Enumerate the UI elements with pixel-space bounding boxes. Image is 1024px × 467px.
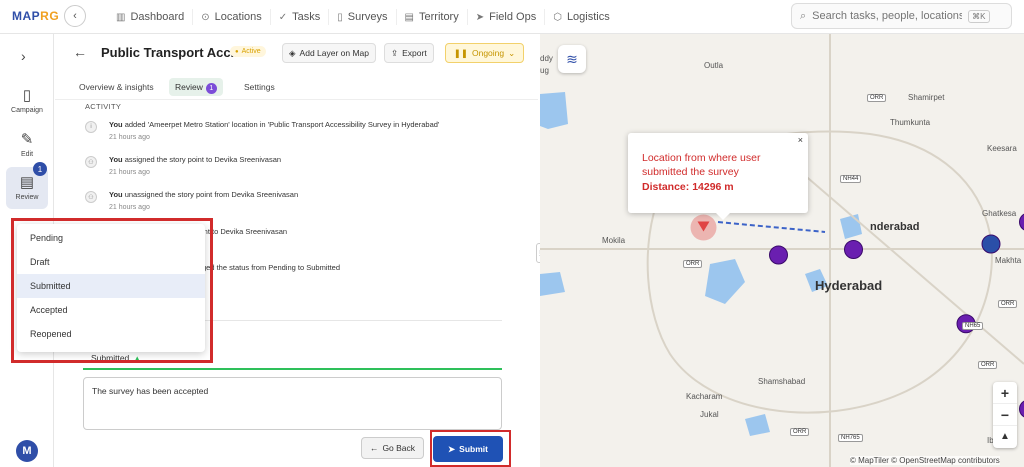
pause-icon: ❚❚ [453,47,468,58]
map-label-jukal: Jukal [700,410,719,419]
search-input[interactable] [812,10,963,22]
edit-icon: ✎ [20,131,34,148]
ongoing-status-button[interactable]: ❚❚ Ongoing ⌄ [445,43,524,63]
info-icon: i [85,121,97,133]
zoom-in-button[interactable]: + [993,382,1017,404]
expand-rail-button[interactable]: › [21,48,26,64]
map-label-makhta: Makhta [995,256,1022,265]
map-canvas [540,34,1024,467]
map-label-shamirpet: Shamirpet [908,93,945,102]
status-badge: Active [230,46,266,57]
export-icon: ⇪ [391,47,399,58]
map-label-keesara: Keesara [987,144,1017,153]
comment-textarea[interactable]: The survey has been accepted [83,377,502,430]
main-nav: ▥ Dashboard ⊙ Locations ✓ Tasks ▯ Surveys ▤ T… [108,0,618,34]
tab-review-badge: 1 [205,83,217,94]
chevron-down-icon: ⌄ [508,47,516,58]
tab-bar: Overview & insights Review 1 Settings [55,72,538,100]
page-title: Public Transport Acc... [101,45,242,60]
box-icon: ⬡ [553,11,562,23]
nav-tasks[interactable]: ✓ Tasks [271,9,330,25]
map-markers [690,213,1024,418]
map-route-line [717,221,826,233]
top-bar: MAPRG ‹ ▥ Dashboard ⊙ Locations ✓ Tasks ▯ Su… [0,0,1024,34]
arrow-left-icon: ← [369,443,379,453]
zoom-out-button[interactable]: − [993,404,1017,426]
location-popup: × Location from where user submitted the… [628,133,808,220]
rail-campaign[interactable]: ▯ Campaign [6,86,48,114]
clipboard-icon: ▯ [22,87,32,104]
nav-back-button[interactable]: ‹ [64,5,86,27]
highlight-dropdown-box [11,218,213,363]
map-label-kacharam: Kacharam [686,392,723,401]
map-label-secunderabad: nderabad [870,221,920,233]
selected-location-marker[interactable] [981,234,1001,254]
review-count-badge: 1 [33,162,47,176]
road-orr: ORR [998,300,1018,308]
bar-chart-icon: ▥ [116,11,126,23]
map-label-ug: ug [540,66,549,75]
shortcut-hint: ⌘K [968,9,990,23]
user-icon: ⚇ [85,156,97,168]
send-icon: ➤ [475,11,485,23]
road-nh65: NH65 [962,322,984,330]
road-orr: ORR [790,428,810,436]
nav-field-ops[interactable]: ➤ Field Ops [468,9,546,25]
tab-settings[interactable]: Settings [238,78,281,96]
back-arrow-icon[interactable]: ← [73,44,87,60]
road-orr: ORR [978,361,998,369]
survey-location-marker[interactable] [844,240,863,259]
map-label-hyderabad: Hyderabad [815,278,883,293]
road-orr: ORR [683,260,703,268]
rail-edit[interactable]: ✎ Edit [6,130,48,158]
app-logo[interactable]: MAPRG [12,9,59,23]
survey-location-marker[interactable] [1019,213,1024,231]
zoom-controls: + − ▲ [993,382,1017,448]
map-label-shamshabad: Shamshabad [758,377,806,386]
tab-overview[interactable]: Overview & insights [73,78,160,96]
layers-icon: ≋ [566,50,578,67]
close-icon[interactable]: × [798,135,803,145]
map-label-ddy: ddy [540,54,553,63]
go-back-button[interactable]: ← Go Back [361,437,424,459]
nav-logistics[interactable]: ⬡ Logistics [545,9,618,25]
check-icon: ✓ [278,11,288,23]
distance-value: 14296 m [692,181,734,193]
nav-locations[interactable]: ⊙ Locations [193,9,271,25]
map-icon: ▤ [404,11,414,23]
add-layer-button[interactable]: ◈ Add Layer on Map [282,43,377,63]
road-orr: ORR [867,94,887,102]
map-label-mokila: Mokila [602,236,626,245]
tab-review[interactable]: Review 1 [169,78,223,96]
map-label-ghatkesar: Ghatkesa [982,209,1017,218]
map-attribution: © MapTiler © OpenStreetMap contributors [850,456,1000,465]
export-button[interactable]: ⇪ Export [384,43,434,63]
pin-icon: ⊙ [201,11,210,23]
layers-icon: ◈ [289,47,296,58]
survey-location-marker[interactable] [769,245,788,265]
user-icon: ⚇ [85,191,97,203]
avatar[interactable]: M [16,440,38,462]
nav-surveys[interactable]: ▯ Surveys [329,9,397,25]
map-label-outla: Outla [704,61,724,70]
map-view[interactable]: Outla Shamirpet Thumkunta Keesara Ghatke… [540,34,1024,467]
nav-dashboard[interactable]: ▥ Dashboard [108,9,194,25]
clipboard-icon: ▯ [337,11,343,23]
activity-heading: ACTIVITY [85,102,122,111]
survey-location-marker[interactable] [1019,400,1024,418]
search-icon: ⌕ [800,9,807,22]
highlight-submit-box [430,430,511,467]
panel-header: ← Public Transport Acc... Active ◈Add La… [55,34,538,72]
compass-button[interactable]: ▲ [993,426,1017,448]
chevron-right-icon: › [21,48,26,64]
chevron-left-icon: ‹ [73,10,77,22]
global-search[interactable]: ⌕ ⌘K [791,3,1012,29]
rail-review[interactable]: ▤ Review 1 [6,162,48,209]
road-nh44: NH44 [840,175,862,183]
road-nh765: NH765 [838,434,863,442]
nav-territory[interactable]: ▤ Territory [397,9,468,25]
map-label-thumkunta: Thumkunta [890,118,931,127]
layers-button[interactable]: ≋ [558,45,586,73]
